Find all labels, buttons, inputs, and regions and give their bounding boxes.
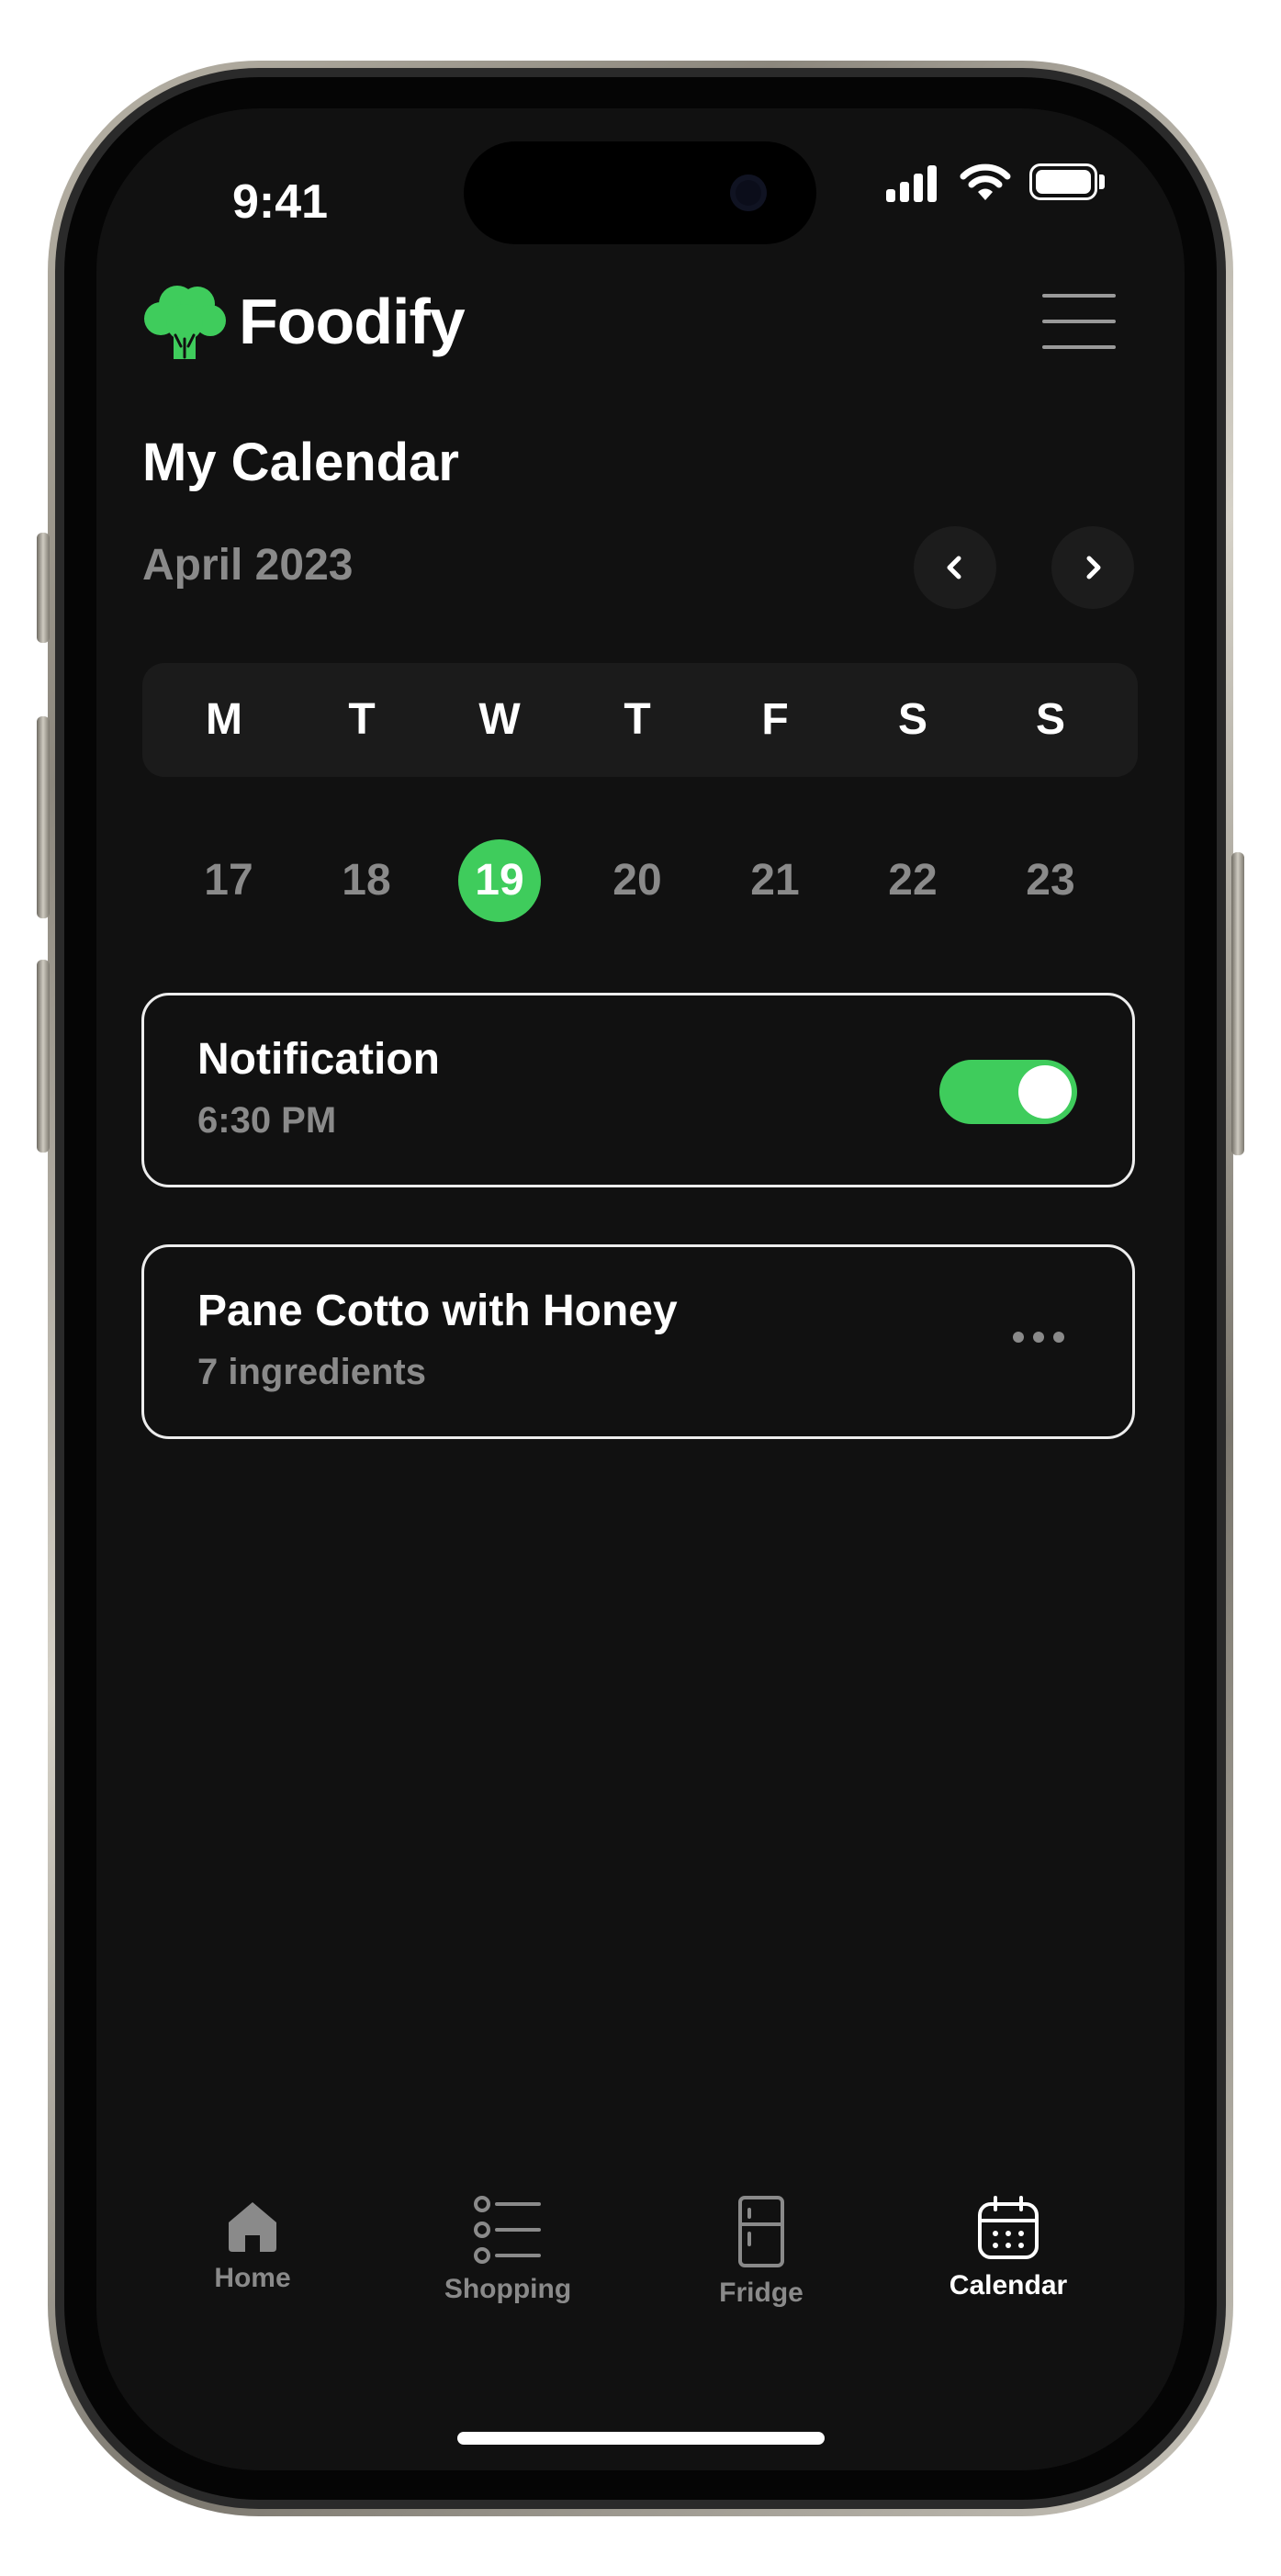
prev-month-button[interactable] bbox=[914, 526, 996, 609]
action-button bbox=[37, 533, 50, 643]
date-cell[interactable]: 18 bbox=[325, 839, 408, 922]
weekday-label: W bbox=[478, 695, 521, 744]
tab-label-shopping: Shopping bbox=[444, 2274, 572, 2304]
weekday-header: M T W T F S S bbox=[142, 663, 1138, 777]
weekday-label: F bbox=[761, 695, 789, 744]
date-cell[interactable]: 20 bbox=[596, 839, 679, 922]
broccoli-logo-icon bbox=[144, 286, 226, 359]
more-options-icon[interactable] bbox=[1007, 1332, 1072, 1344]
meal-card[interactable]: Pane Cotto with Honey 7 ingredients bbox=[141, 1244, 1135, 1439]
next-month-button[interactable] bbox=[1051, 526, 1134, 609]
volume-up-button bbox=[37, 716, 50, 918]
month-label: April 2023 bbox=[142, 541, 354, 590]
notification-card: Notification 6:30 PM bbox=[141, 993, 1135, 1187]
fridge-icon bbox=[738, 2196, 784, 2267]
camera-icon bbox=[730, 174, 767, 211]
power-button bbox=[1231, 852, 1244, 1155]
app-screen: 9:41 Foodify My Calendar April 2023 M T … bbox=[96, 108, 1185, 2470]
signal-icon bbox=[886, 165, 938, 202]
tab-calendar[interactable]: Calendar bbox=[916, 2195, 1100, 2301]
chevron-left-icon bbox=[947, 556, 961, 579]
notification-toggle[interactable] bbox=[939, 1060, 1077, 1124]
wifi-icon bbox=[960, 163, 1011, 200]
tab-fridge[interactable]: Fridge bbox=[669, 2195, 853, 2309]
weekday-label: T bbox=[348, 695, 376, 744]
tab-home[interactable]: Home bbox=[161, 2195, 344, 2294]
date-cell[interactable]: 17 bbox=[187, 839, 270, 922]
list-icon bbox=[474, 2196, 541, 2264]
home-icon bbox=[229, 2202, 276, 2252]
toggle-knob bbox=[1018, 1065, 1072, 1119]
tab-label-home: Home bbox=[214, 2263, 291, 2293]
date-cell[interactable]: 21 bbox=[734, 839, 816, 922]
calendar-icon bbox=[978, 2196, 1039, 2259]
weekday-label: T bbox=[624, 695, 651, 744]
meal-ingredients-count: 7 ingredients bbox=[197, 1352, 426, 1392]
battery-icon bbox=[1029, 163, 1097, 200]
meal-title: Pane Cotto with Honey bbox=[197, 1287, 678, 1335]
tab-shopping[interactable]: Shopping bbox=[416, 2195, 600, 2305]
home-indicator[interactable] bbox=[457, 2432, 825, 2445]
page-title: My Calendar bbox=[142, 433, 459, 492]
battery-cap bbox=[1099, 174, 1105, 189]
date-cell[interactable]: 23 bbox=[1009, 839, 1092, 922]
notification-time: 6:30 PM bbox=[197, 1100, 337, 1141]
weekday-label: S bbox=[897, 695, 927, 744]
brand-name: Foodify bbox=[239, 286, 466, 357]
tab-label-calendar: Calendar bbox=[949, 2270, 1068, 2300]
volume-down-button bbox=[37, 960, 50, 1153]
date-cell-selected[interactable]: 19 bbox=[458, 839, 541, 922]
hamburger-menu-icon[interactable] bbox=[1042, 292, 1116, 351]
weekday-label: M bbox=[206, 695, 242, 744]
tab-label-fridge: Fridge bbox=[719, 2278, 803, 2308]
weekday-label: S bbox=[1035, 695, 1065, 744]
chevron-right-icon bbox=[1086, 556, 1101, 579]
notification-title: Notification bbox=[197, 1035, 440, 1084]
date-cell[interactable]: 22 bbox=[871, 839, 954, 922]
status-time: 9:41 bbox=[232, 175, 329, 229]
